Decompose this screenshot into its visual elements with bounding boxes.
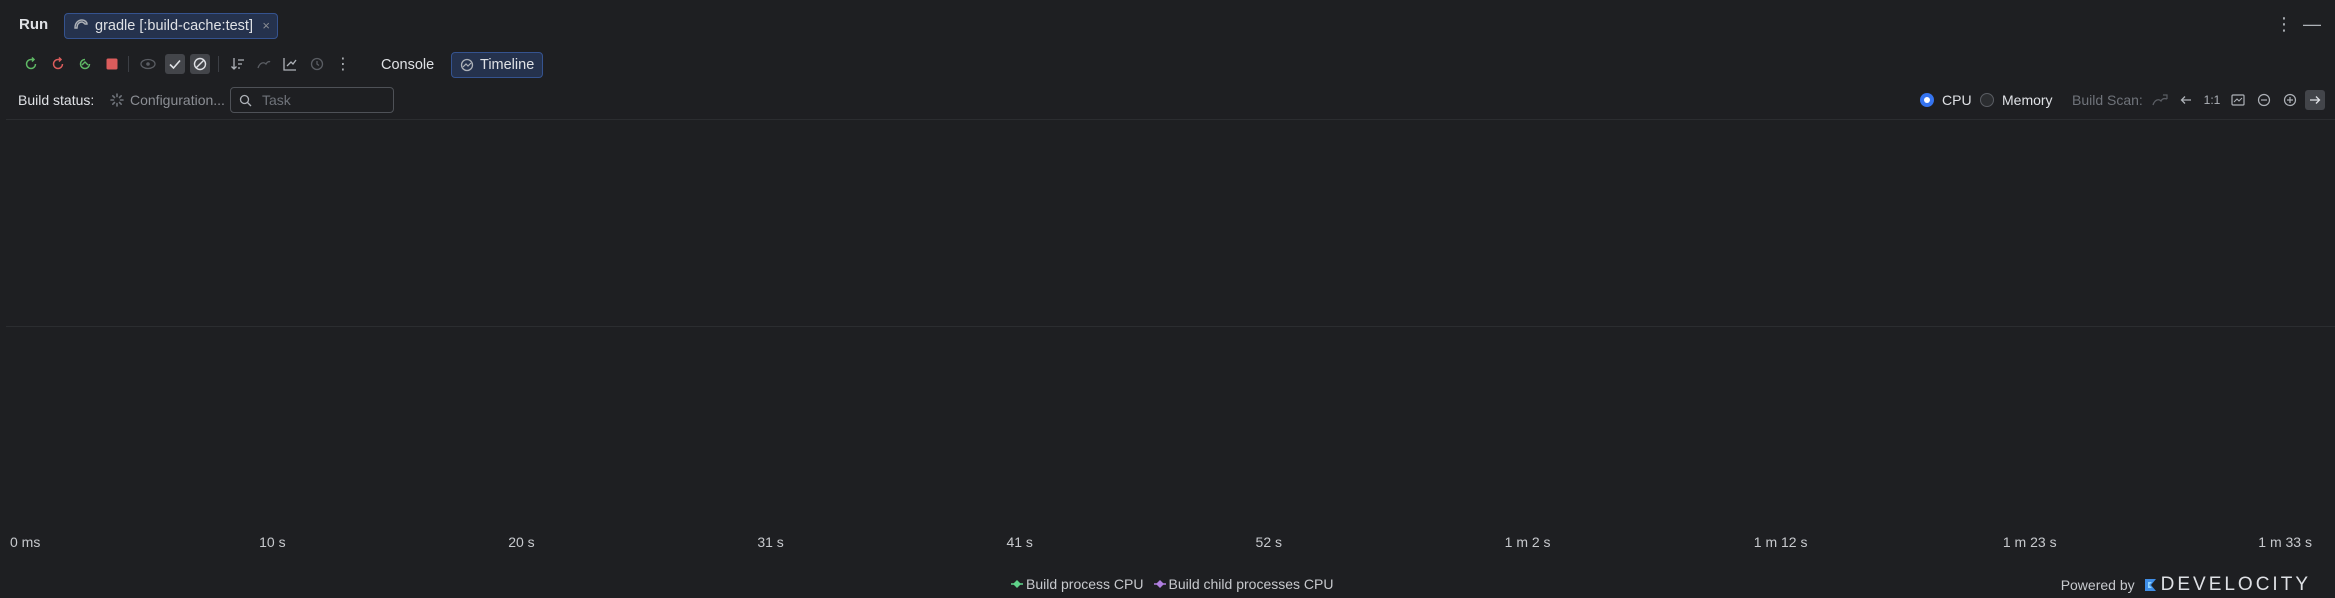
checkmark-icon[interactable] <box>165 54 185 74</box>
time-axis-tick-label: 0 ms <box>10 534 41 550</box>
build-scan-control: Build Scan: <box>2072 92 2169 108</box>
minimize-icon[interactable]: — <box>2303 14 2321 35</box>
develocity-logo: DEVELOCITY <box>2143 574 2311 596</box>
show-passed-icon[interactable] <box>138 54 158 74</box>
time-axis-tick-label: 1 m 23 s <box>2002 534 2057 550</box>
legend-marker-icon <box>1153 580 1166 588</box>
legend-item: Build process CPU <box>1011 576 1144 592</box>
develocity-wordmark: DEVELOCITY <box>2160 574 2311 595</box>
build-scan-label: Build Scan: <box>2072 92 2143 108</box>
search-icon <box>239 94 252 107</box>
time-axis-tick-label: 20 s <box>508 534 535 550</box>
time-axis-tick-label: 1 m 33 s <box>2258 534 2312 550</box>
rerun-icon[interactable] <box>21 54 41 74</box>
history-icon[interactable] <box>307 54 327 74</box>
powered-by-text: Powered by <box>2060 577 2135 593</box>
cpu-timeline-chart <box>6 120 2326 530</box>
develocity-icon <box>2144 579 2156 591</box>
import-tests-icon[interactable] <box>280 54 300 74</box>
build-status-value: Configuration... <box>110 92 225 108</box>
time-axis-tick-label: 52 s <box>1255 534 1283 550</box>
legend-label: Build process CPU <box>1026 576 1144 592</box>
sort-alphabetically-icon[interactable] <box>228 54 248 74</box>
stop-icon[interactable] <box>102 54 122 74</box>
memory-radio-label: Memory <box>2002 92 2053 108</box>
run-toolbar: ⋮ Console Timeline <box>6 52 2335 78</box>
fit-to-window-icon[interactable] <box>2228 90 2248 110</box>
rerun-failed-icon[interactable] <box>48 54 68 74</box>
legend-label: Build child processes CPU <box>1168 576 1334 592</box>
tab-timeline-label: Timeline <box>480 57 535 73</box>
build-status-label: Build status: <box>18 92 95 108</box>
zoom-out-icon[interactable] <box>2254 90 2274 110</box>
run-config-tab[interactable]: gradle [:build-cache:test] × <box>64 13 278 39</box>
gradle-elephant-icon <box>73 17 89 35</box>
zoom-in-icon[interactable] <box>2280 90 2300 110</box>
time-axis-tick-label: 10 s <box>259 534 286 550</box>
powered-by: Powered by DEVELOCITY <box>2061 574 2311 596</box>
time-axis-tick-label: 1 m 12 s <box>1753 534 1808 550</box>
build-scan-icon[interactable] <box>2151 93 2169 107</box>
cpu-radio-label: CPU <box>1942 92 1972 108</box>
cpu-radio[interactable]: CPU <box>1920 92 1972 108</box>
time-axis-tick-label: 41 s <box>1006 534 1033 550</box>
time-axis-tick-label: 1 m 2 s <box>1504 534 1551 550</box>
chart-legend: Build process CPU Build child processes … <box>1011 576 1333 592</box>
legend-marker-icon <box>1011 580 1023 588</box>
tab-strip: Run gradle [:build-cache:test] × ⋮ — <box>6 0 2335 52</box>
legend-item: Build child processes CPU <box>1153 576 1334 592</box>
collapse-all-icon[interactable] <box>254 54 274 74</box>
run-tool-window: Run gradle [:build-cache:test] × ⋮ — ⋮ C… <box>6 0 2335 598</box>
run-config-tab-label: gradle [:build-cache:test] <box>95 18 253 34</box>
task-search-box[interactable] <box>230 87 394 113</box>
close-tab-icon[interactable]: × <box>262 18 270 33</box>
memory-radio-indicator[interactable] <box>1980 93 1994 107</box>
more-options-icon[interactable]: ⋮ <box>2275 14 2293 35</box>
timeline-header: Build status: Configuration... Task CPU … <box>6 86 2335 116</box>
toolbar-separator <box>128 56 129 72</box>
tab-console[interactable]: Console <box>373 52 442 78</box>
scroll-to-end-icon[interactable] <box>2305 90 2325 110</box>
zoom-reset-button[interactable]: 1:1 <box>2202 90 2222 110</box>
timeline-icon <box>460 58 474 72</box>
tab-timeline[interactable]: Timeline <box>451 52 544 78</box>
tool-window-title: Run <box>19 16 49 33</box>
toolbar-separator <box>218 56 219 72</box>
time-axis-tick-label: 31 s <box>757 534 784 550</box>
memory-radio[interactable]: Memory <box>1980 92 2053 108</box>
loading-spinner-icon <box>110 93 124 107</box>
toggle-auto-test-icon[interactable] <box>75 54 95 74</box>
more-actions-icon[interactable]: ⋮ <box>333 54 353 74</box>
build-status-text: Configuration... <box>130 92 225 108</box>
task-search-input[interactable] <box>260 91 384 109</box>
cpu-radio-indicator[interactable] <box>1920 93 1934 107</box>
show-ignored-icon[interactable] <box>190 54 210 74</box>
arrow-left-icon[interactable] <box>2176 90 2196 110</box>
